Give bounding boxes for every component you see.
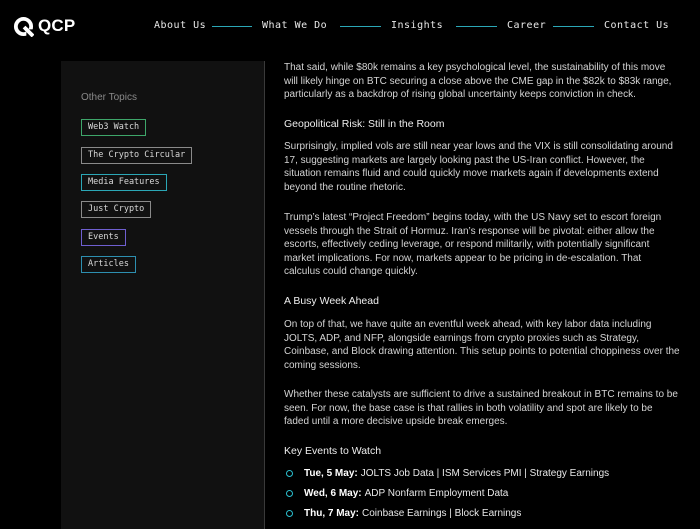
tag-media-features[interactable]: Media Features [81, 174, 167, 191]
tag-articles[interactable]: Articles [81, 256, 136, 273]
bullet-ring-icon [286, 510, 293, 517]
nav-separator [340, 26, 381, 27]
brand-name: QCP [38, 16, 76, 35]
event-text: Coinbase Earnings | Block Earnings [362, 508, 522, 519]
top-nav: QCP About Us What We Do Insights Career … [0, 0, 700, 52]
event-list-item: Thu, 7 May: Coinbase Earnings | Block Ea… [286, 508, 521, 519]
nav-contact-us[interactable]: Contact Us [604, 20, 669, 31]
sidebar-title: Other Topics [81, 92, 137, 103]
tag-just-crypto[interactable]: Just Crypto [81, 201, 152, 218]
nav-about-us[interactable]: About Us [154, 20, 206, 31]
article-paragraph: Trump’s latest “Project Freedom” begins … [284, 212, 662, 278]
event-text: ADP Nonfarm Employment Data [364, 488, 509, 499]
qcp-logo-icon [13, 16, 34, 37]
nav-separator [212, 26, 252, 27]
nav-separator [553, 26, 594, 27]
article-paragraph: That said, while $80k remains a key psyc… [284, 62, 672, 101]
nav-career[interactable]: Career [507, 20, 546, 31]
article-paragraph: On top of that, we have quite an eventfu… [284, 319, 680, 371]
nav-insights[interactable]: Insights [391, 20, 443, 31]
event-date: Wed, 6 May: [304, 488, 362, 499]
article-paragraph: Whether these catalysts are sufficient t… [284, 389, 678, 428]
event-date: Tue, 5 May: [304, 468, 358, 479]
section-heading-geopolitical-risk: Geopolitical Risk: Still in the Room [284, 118, 445, 130]
content-divider [264, 61, 265, 529]
bullet-ring-icon [286, 490, 293, 497]
nav-separator [456, 26, 497, 27]
nav-what-we-do[interactable]: What We Do [262, 20, 327, 31]
section-heading-busy-week: A Busy Week Ahead [284, 295, 379, 307]
logo[interactable]: QCP [13, 15, 75, 37]
sidebar: Other Topics Web3 Watch The Crypto Circu… [61, 61, 264, 529]
tag-the-crypto-circular[interactable]: The Crypto Circular [81, 147, 193, 164]
tag-web3-watch[interactable]: Web3 Watch [81, 119, 147, 136]
bullet-ring-icon [286, 470, 293, 477]
article-paragraph: Surprisingly, implied vols are still nea… [284, 141, 673, 193]
event-date: Thu, 7 May: [304, 508, 360, 519]
tag-events[interactable]: Events [81, 229, 126, 246]
section-heading-key-events: Key Events to Watch [284, 445, 382, 457]
event-text: JOLTS Job Data | ISM Services PMI | Stra… [360, 468, 610, 479]
event-list-item: Tue, 5 May: JOLTS Job Data | ISM Service… [286, 468, 609, 479]
event-list-item: Wed, 6 May: ADP Nonfarm Employment Data [286, 488, 508, 499]
